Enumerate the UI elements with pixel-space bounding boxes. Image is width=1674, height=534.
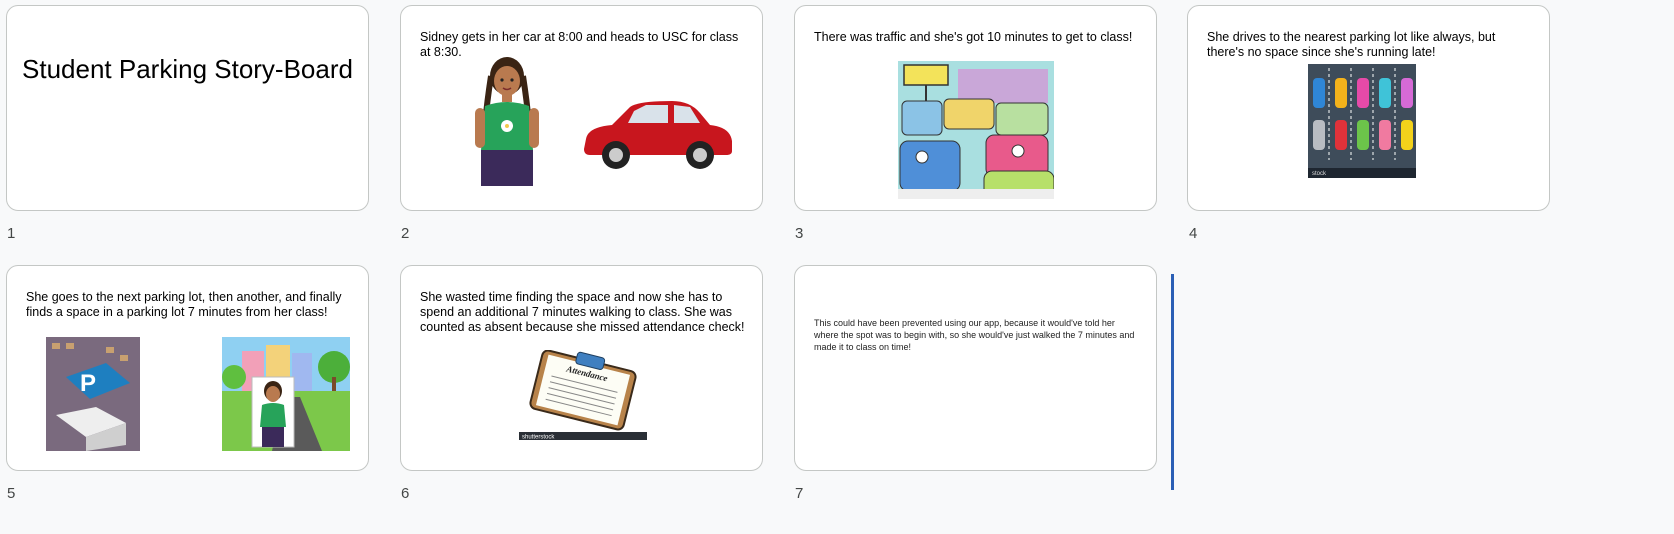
parking-sign-letter: P xyxy=(80,370,96,397)
slide-thumbnail-5[interactable]: She goes to the next parking lot, then a… xyxy=(6,265,369,471)
traffic-jam-illustration xyxy=(898,61,1054,199)
slide-text: She drives to the nearest parking lot li… xyxy=(1207,30,1496,59)
slide-thumbnail-3[interactable]: There was traffic and she's got 10 minut… xyxy=(794,5,1157,211)
slide-text: She wasted time finding the space and no… xyxy=(420,290,745,334)
slide-thumbnail-2[interactable]: Sidney gets in her car at 8:00 and heads… xyxy=(400,5,763,211)
slide-number-6: 6 xyxy=(401,485,410,502)
slide-number-1: 1 xyxy=(7,225,16,242)
insertion-cursor xyxy=(1171,274,1174,490)
stock-label: stock xyxy=(1312,171,1327,177)
slide-title: Student Parking Story-Board xyxy=(22,54,353,84)
slide-number-4: 4 xyxy=(1189,225,1198,242)
slide-thumbnail-4[interactable]: She drives to the nearest parking lot li… xyxy=(1187,5,1550,211)
full-parking-lot-illustration: stock xyxy=(1308,64,1416,178)
slide-number-5: 5 xyxy=(7,485,16,502)
red-car-illustration xyxy=(584,101,732,169)
girl-illustration xyxy=(475,57,539,186)
girl-walking-illustration xyxy=(222,337,350,451)
slide-thumbnail-6[interactable]: She wasted time finding the space and no… xyxy=(400,265,763,471)
parking-lot-sign-illustration: P xyxy=(46,337,140,451)
slide-number-3: 3 xyxy=(795,225,804,242)
slide-number-7: 7 xyxy=(795,485,804,502)
slide-text: There was traffic and she's got 10 minut… xyxy=(814,30,1133,44)
slide-text: This could have been prevented using our… xyxy=(814,318,1135,352)
slide-text: She goes to the next parking lot, then a… xyxy=(26,290,342,319)
slide-thumbnail-1[interactable]: Student Parking Story-Board xyxy=(6,5,369,211)
slide-thumbnail-7[interactable]: This could have been prevented using our… xyxy=(794,265,1157,471)
attendance-clipboard-illustration: Attendance shutterstock xyxy=(519,350,647,440)
slide-number-2: 2 xyxy=(401,225,410,242)
shutterstock-label: shutterstock xyxy=(522,435,555,441)
